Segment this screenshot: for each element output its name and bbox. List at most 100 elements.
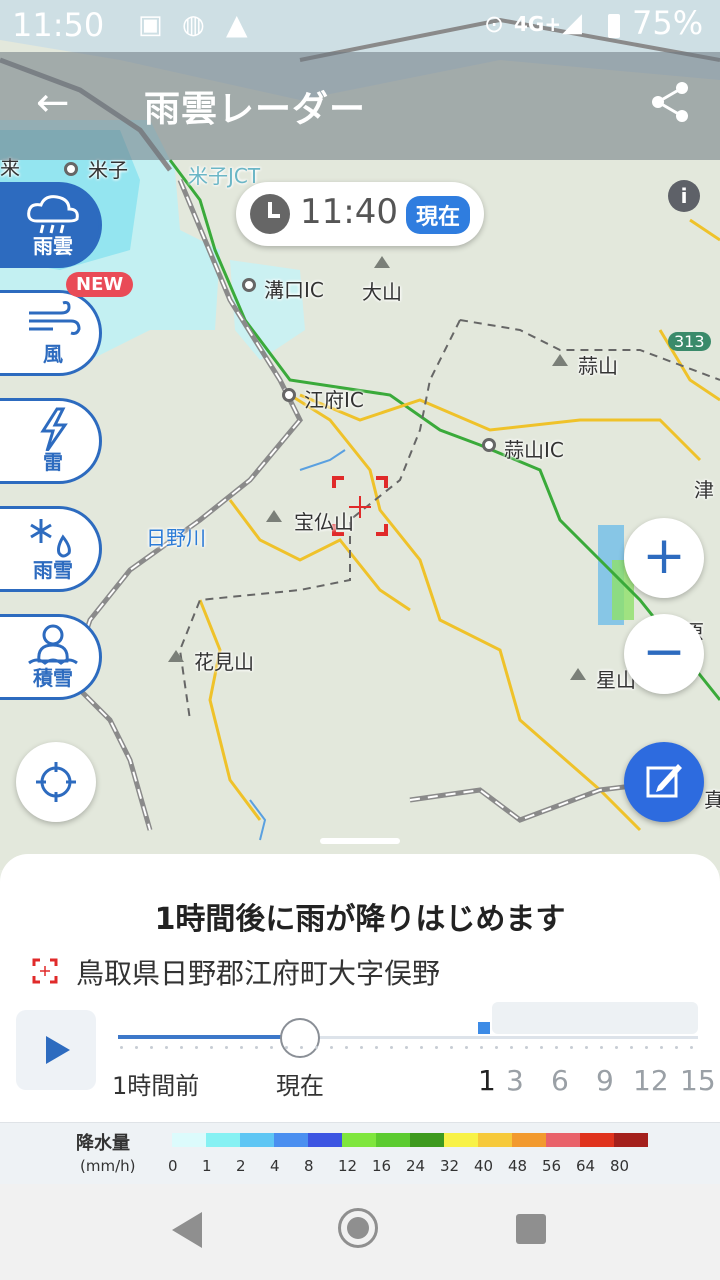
legend-value: 0 xyxy=(168,1157,178,1175)
legend-value: 24 xyxy=(406,1157,426,1175)
legend-value: 1 xyxy=(202,1157,212,1175)
timeline-progress xyxy=(118,1035,298,1039)
timeline-hour-1[interactable]: 1 xyxy=(478,1064,496,1097)
sleet-icon xyxy=(30,519,71,558)
forecast-sheet: 1時間後に雨が降りはじめます 鳥取県日野郡江府町大字俣野 1時間前 現在 1 3… xyxy=(0,838,720,1122)
status-bar: 11:50 ▣ ◍ ▲ ⊙ 4G+ ◢ 75% xyxy=(0,0,720,52)
map-label-takarabutsu: 宝仏山 xyxy=(294,510,354,534)
timeline-dot xyxy=(405,1046,408,1049)
info-icon[interactable]: i xyxy=(668,180,700,212)
map-label-kofu-ic: 江府IC xyxy=(304,388,364,412)
map-label-tsu: 津 xyxy=(694,478,714,502)
clock-icon xyxy=(250,194,290,234)
legend-value: 8 xyxy=(304,1157,314,1175)
nav-home-icon[interactable] xyxy=(338,1208,378,1248)
edit-button[interactable] xyxy=(624,742,704,822)
timeline-hour-12[interactable]: 12 xyxy=(633,1064,669,1097)
timeline-hour-9[interactable]: 9 xyxy=(596,1064,614,1097)
timeline-dot xyxy=(630,1046,633,1049)
wind-icon xyxy=(29,301,81,335)
zoom-in-button[interactable]: + xyxy=(624,518,704,598)
time-indicator: 11:40 現在 xyxy=(236,182,484,246)
mountain-icon xyxy=(168,650,184,662)
rain-cloud-icon xyxy=(27,195,79,234)
timeline-thumb[interactable] xyxy=(280,1018,320,1058)
signal-alert-icon: ▲ xyxy=(226,8,248,41)
legend-swatch xyxy=(444,1133,478,1147)
page-title: 雨雲レーダー xyxy=(144,89,367,130)
locate-button[interactable] xyxy=(16,742,96,822)
timeline-dot xyxy=(360,1046,363,1049)
legend-value: 56 xyxy=(542,1157,562,1175)
battery-level: 75% xyxy=(632,4,704,42)
precipitation-legend: 降水量 (mm/h) 0 1 2 4 8 12 16 24 32 40 48 56 64 80 xyxy=(0,1122,720,1185)
timeline-dot xyxy=(465,1046,468,1049)
sheet-handle[interactable] xyxy=(320,838,400,844)
crosshair-icon xyxy=(36,762,76,802)
image-icon: ▣ xyxy=(138,10,163,40)
play-button[interactable] xyxy=(16,1010,96,1090)
timeline-dot xyxy=(345,1046,348,1049)
legend-value: 40 xyxy=(474,1157,494,1175)
side-button-sleet[interactable]: 雨雪 xyxy=(0,506,102,592)
legend-swatch xyxy=(172,1133,206,1147)
map-label-hanami: 花見山 xyxy=(194,650,254,674)
timeline-label-past: 1時間前 xyxy=(112,1072,200,1100)
legend-swatch xyxy=(376,1133,410,1147)
nav-back-icon[interactable] xyxy=(172,1212,202,1248)
timeline-dot xyxy=(285,1046,288,1049)
timeline-dot xyxy=(315,1046,318,1049)
timeline-dot xyxy=(675,1046,678,1049)
timeline-dot xyxy=(450,1046,453,1049)
side-label-thunder: 雷 xyxy=(43,450,63,474)
legend-value: 16 xyxy=(372,1157,392,1175)
forecast-message: 1時間後に雨が降りはじめます xyxy=(154,902,566,937)
location-icon: ⊙ xyxy=(484,10,505,38)
side-button-rain[interactable]: 雨雲 xyxy=(0,182,102,268)
legend-value: 4 xyxy=(270,1157,280,1175)
legend-value: 80 xyxy=(610,1157,630,1175)
system-nav-bar xyxy=(0,1184,720,1280)
nav-recents-icon[interactable] xyxy=(516,1214,546,1244)
location-target-icon xyxy=(32,958,58,984)
mountain-icon xyxy=(374,256,390,268)
map-pin-kofu-ic xyxy=(282,388,296,402)
timeline-dot xyxy=(390,1046,393,1049)
timeline-dot xyxy=(495,1046,498,1049)
timeline-hour-3[interactable]: 3 xyxy=(506,1064,524,1097)
map-label-hiruzen: 蒜山 xyxy=(578,354,618,378)
legend-value: 32 xyxy=(440,1157,460,1175)
timeline-dot xyxy=(195,1046,198,1049)
mountain-icon xyxy=(266,510,282,522)
snowman-icon xyxy=(28,624,78,665)
forecast-range xyxy=(492,1002,698,1034)
side-label-wind: 風 xyxy=(43,342,63,366)
timeline-hour-6[interactable]: 6 xyxy=(551,1064,569,1097)
timeline-dot xyxy=(120,1046,123,1049)
share-icon[interactable] xyxy=(648,80,692,124)
side-button-thunder[interactable]: 雷 xyxy=(0,398,102,484)
timeline-dot xyxy=(240,1046,243,1049)
side-button-snow[interactable]: 積雪 xyxy=(0,614,102,700)
timeline-dot xyxy=(435,1046,438,1049)
timeline-dot xyxy=(135,1046,138,1049)
arrow-back-icon[interactable]: ← xyxy=(36,80,70,126)
side-button-wind[interactable]: 風 xyxy=(0,290,102,376)
battery-icon xyxy=(608,14,620,38)
timeline-dot xyxy=(150,1046,153,1049)
legend-swatch xyxy=(274,1133,308,1147)
zoom-out-button[interactable]: − xyxy=(624,614,704,694)
map-label-hino-river: 日野川 xyxy=(146,526,206,550)
legend-swatch xyxy=(240,1133,274,1147)
legend-unit: (mm/h) xyxy=(80,1157,136,1175)
timeline-dot xyxy=(480,1046,483,1049)
timeline-dot xyxy=(525,1046,528,1049)
legend-swatch xyxy=(410,1133,444,1147)
map-pin-mizoguchi xyxy=(242,278,256,292)
side-label-snow: 積雪 xyxy=(33,666,73,690)
timeline-dot xyxy=(645,1046,648,1049)
side-label-rain: 雨雲 xyxy=(33,234,73,258)
timeline-hour-15[interactable]: 15 xyxy=(680,1064,716,1097)
timeline-dot xyxy=(300,1046,303,1049)
legend-value: 12 xyxy=(338,1157,358,1175)
